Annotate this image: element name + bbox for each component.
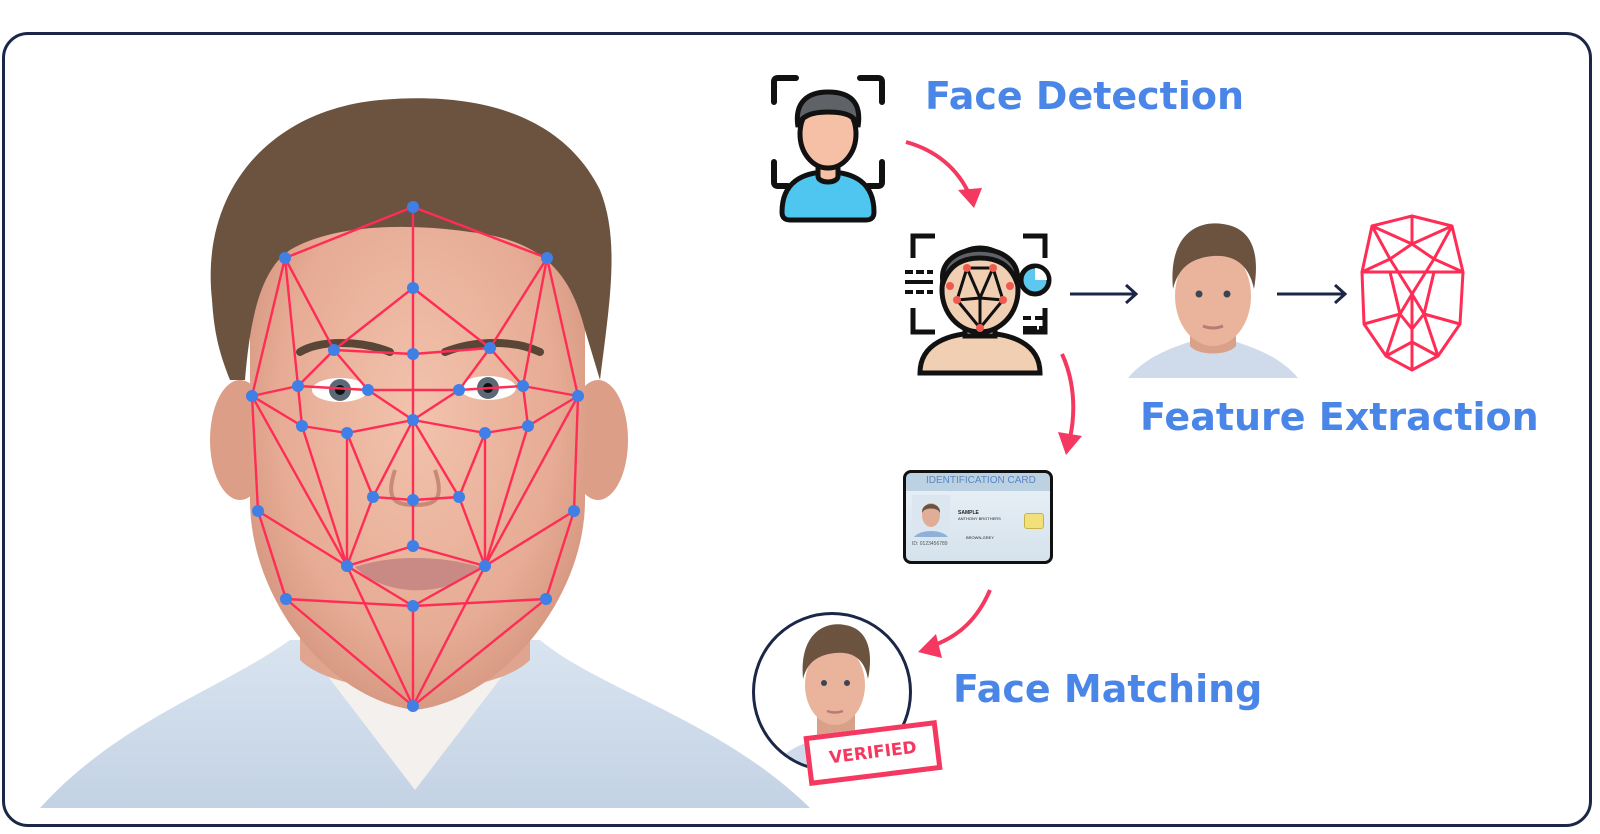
verified-stamp-label: VERIFIED xyxy=(828,737,918,769)
face-matching-label: Face Matching xyxy=(953,667,1263,711)
